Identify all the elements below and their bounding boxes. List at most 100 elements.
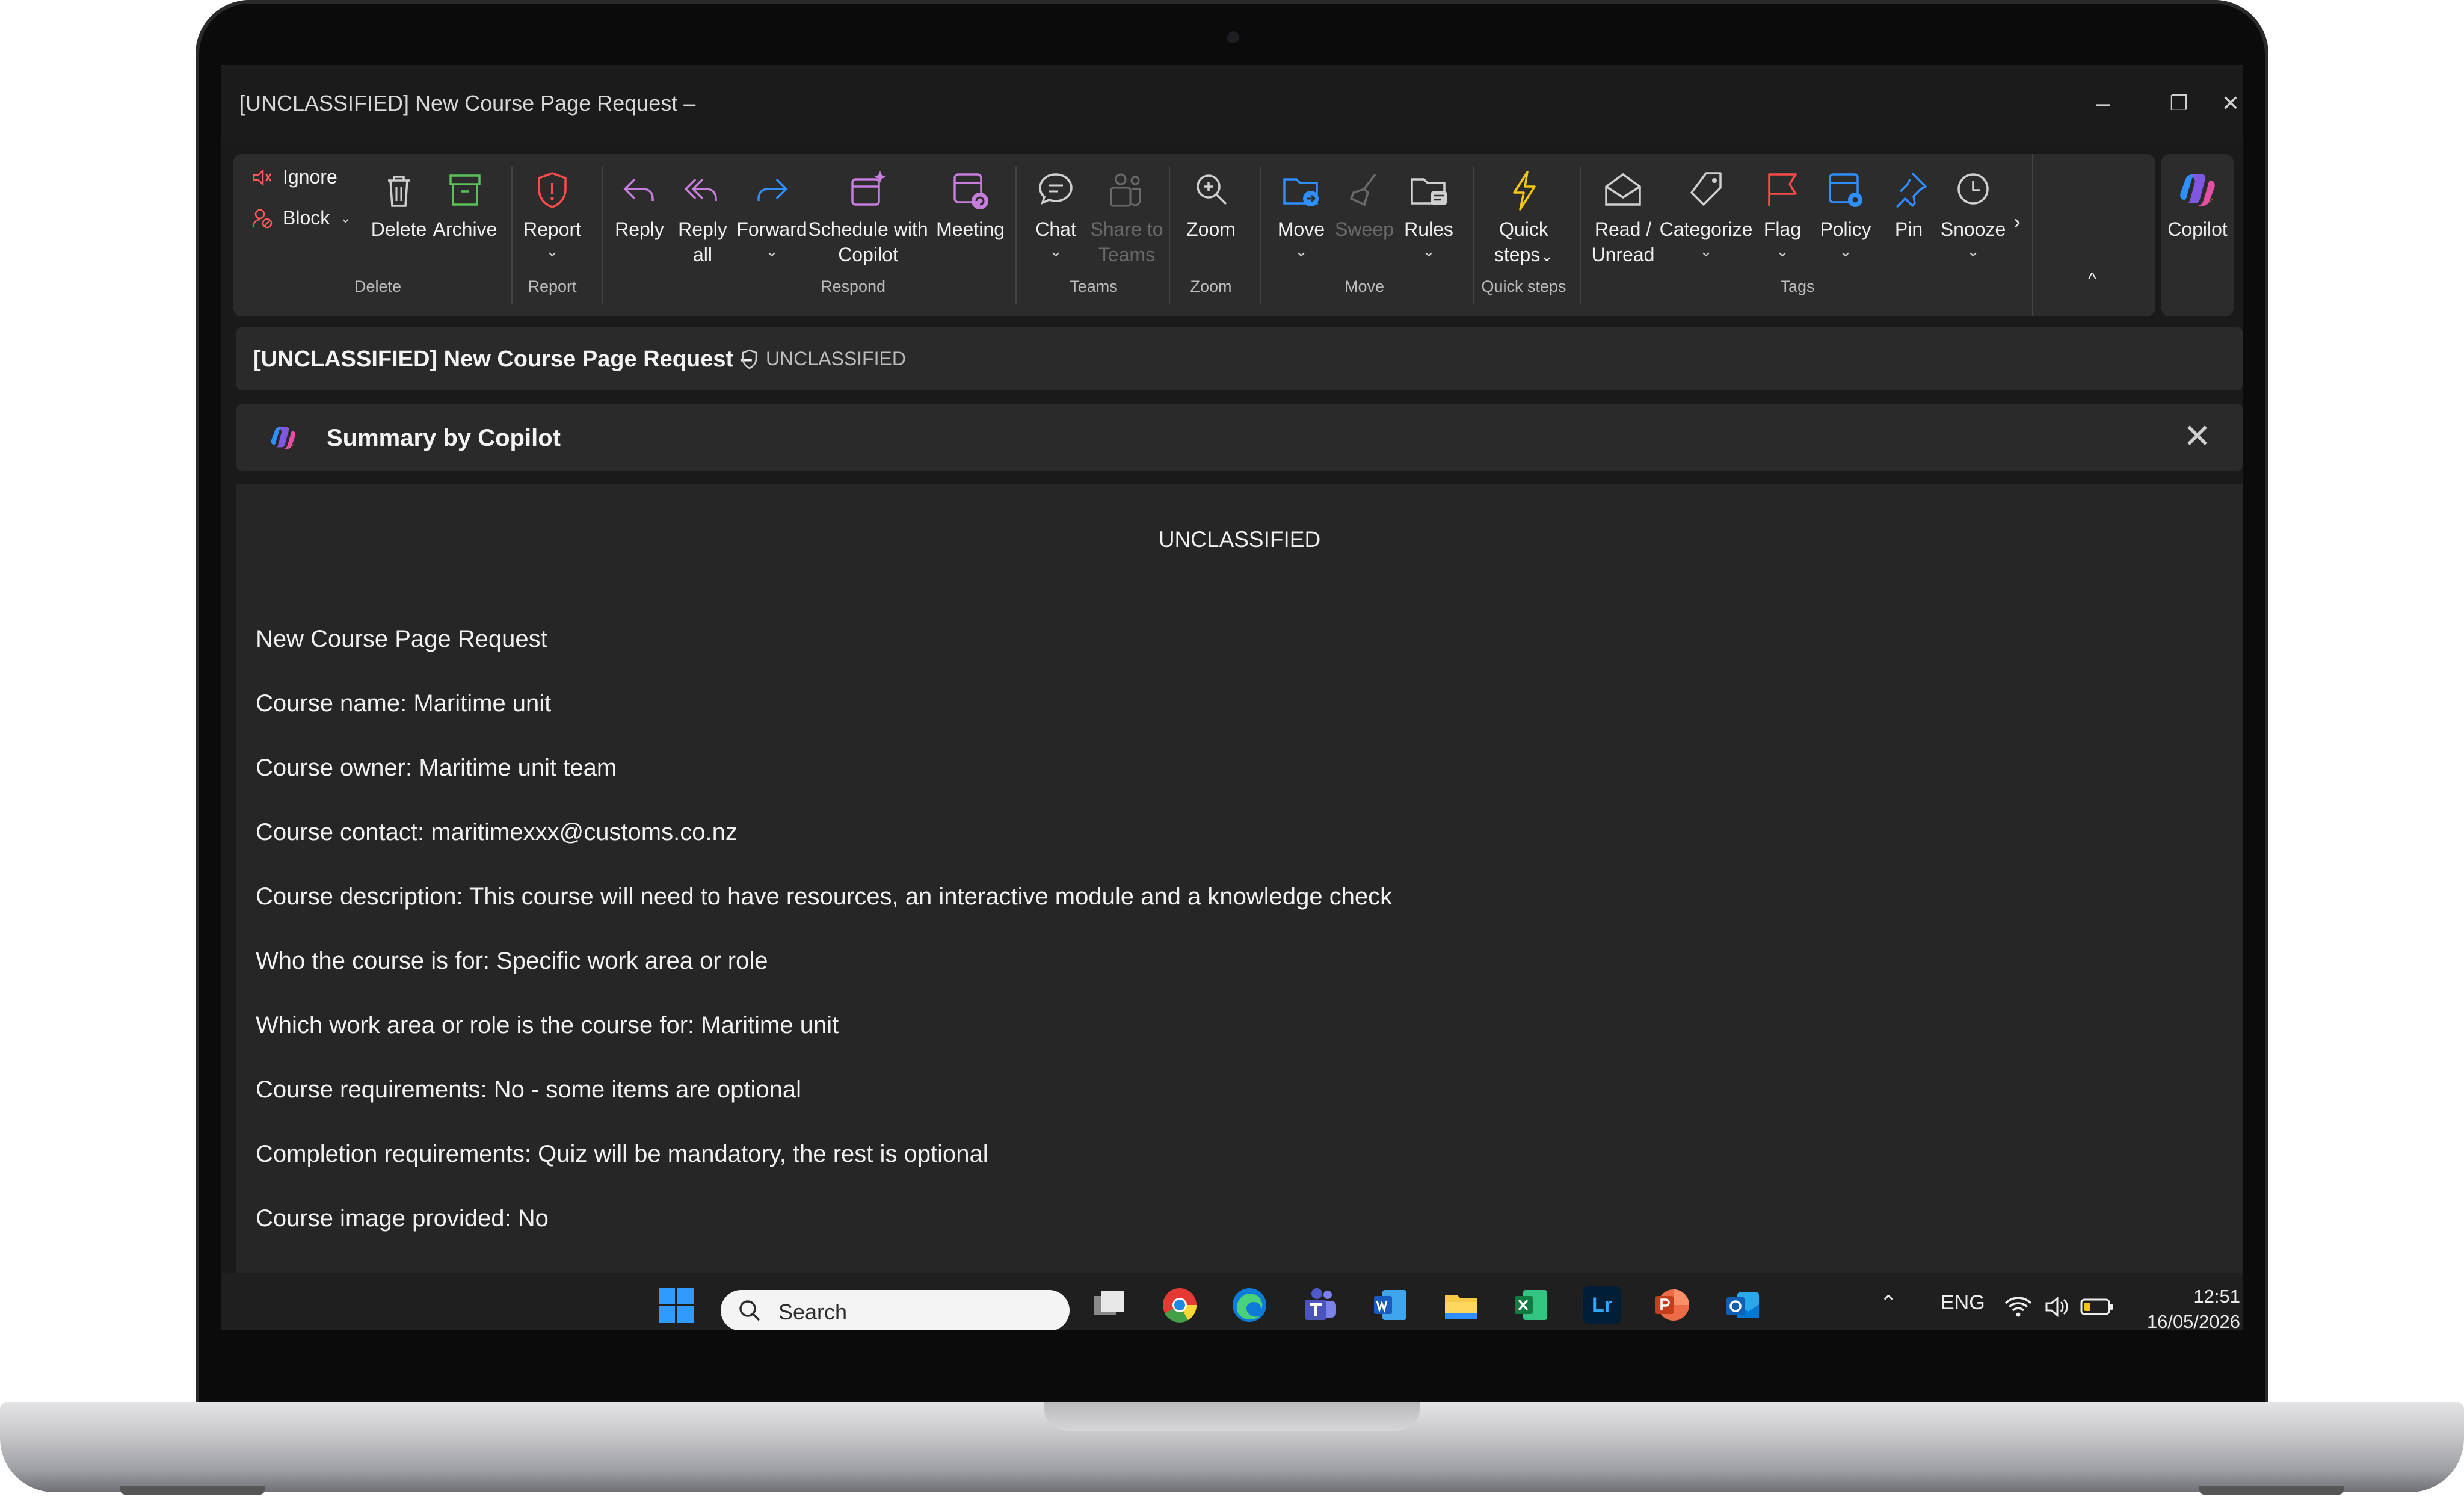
report-button[interactable]: Report ⌄: [519, 166, 585, 260]
report-label: Report: [523, 218, 582, 240]
subject-bar: [UNCLASSIFIED] New Course Page Request –…: [236, 327, 2243, 390]
clock-time: 12:51: [2193, 1286, 2240, 1307]
chat-button[interactable]: Chat ⌄: [1023, 166, 1089, 260]
clock-icon: [1957, 173, 1989, 205]
chrome-icon[interactable]: [1161, 1286, 1198, 1324]
quick-steps-label-2: steps: [1494, 244, 1541, 265]
ribbon-separator: [602, 166, 603, 304]
copilot-summary-bar[interactable]: Summary by Copilot ✕: [236, 404, 2243, 471]
body-line: Which work area or role is the course fo…: [256, 1012, 839, 1039]
body-line: Course name: Maritime unit: [256, 690, 552, 717]
volume-icon[interactable]: [2044, 1295, 2071, 1319]
close-summary-icon[interactable]: ✕: [2183, 416, 2211, 456]
quick-steps-group-label: Quick steps: [1481, 277, 1566, 295]
copilot-label: Copilot: [2167, 218, 2228, 240]
pin-icon: [1896, 172, 1927, 208]
schedule-with-copilot-button[interactable]: Schedule with Copilot: [805, 166, 931, 267]
rules-button[interactable]: Rules ⌄: [1396, 166, 1462, 260]
ignore-label: Ignore: [283, 166, 337, 188]
reply-button[interactable]: Reply: [609, 166, 670, 242]
forward-label: Forward: [736, 218, 807, 240]
block-button[interactable]: Block ⌄: [251, 207, 351, 229]
windows-start-icon[interactable]: [658, 1286, 695, 1324]
chat-bubble-icon: [1039, 173, 1073, 205]
restore-button[interactable]: ❐: [2161, 85, 2197, 122]
copilot-logo-icon: [2180, 174, 2215, 206]
quick-steps-button[interactable]: Quick steps⌄: [1479, 166, 1569, 268]
sensitivity-label-text: UNCLASSIFIED: [766, 348, 906, 369]
delete-button[interactable]: Delete: [369, 166, 429, 242]
policy-button[interactable]: Policy ⌄: [1813, 166, 1879, 260]
quick-steps-chevron-icon: ⌄: [1540, 247, 1554, 265]
teams-share-icon: [1110, 173, 1141, 207]
system-clock[interactable]: 12:51 16/05/2026: [2147, 1284, 2240, 1335]
read-unread-label-1: Read /: [1594, 218, 1652, 240]
body-line: Course description: This course will nee…: [256, 883, 1393, 910]
sweep-button[interactable]: Sweep: [1331, 166, 1397, 242]
read-unread-button[interactable]: Read / Unread: [1587, 166, 1659, 267]
minimize-button[interactable]: –: [2085, 85, 2121, 122]
ribbon-more-icon[interactable]: ›: [2008, 209, 2026, 235]
quick-steps-label-1: Quick: [1499, 218, 1548, 240]
collapse-ribbon-icon[interactable]: ^: [2071, 266, 2113, 291]
webcam: [1227, 31, 1239, 43]
meeting-button[interactable]: Meeting: [931, 166, 1009, 242]
teams-group-label: Teams: [1070, 277, 1118, 295]
taskbar-search[interactable]: Search: [721, 1290, 1070, 1331]
forward-arrow-icon: [757, 178, 788, 201]
envelope-open-icon: [1605, 173, 1641, 206]
edge-icon[interactable]: [1231, 1286, 1268, 1324]
snooze-button[interactable]: Snooze ⌄: [1937, 166, 2009, 260]
pin-button[interactable]: Pin: [1879, 166, 1939, 242]
ribbon-separator: [511, 166, 513, 304]
read-unread-label-2: Unread: [1591, 244, 1655, 265]
calendar-sparkle-icon: [851, 171, 886, 206]
schedule-label-2: Copilot: [838, 244, 898, 265]
word-icon[interactable]: [1372, 1286, 1409, 1324]
zoom-button[interactable]: Zoom: [1178, 166, 1244, 242]
excel-icon[interactable]: [1512, 1286, 1550, 1324]
block-label: Block: [283, 207, 330, 229]
teams-icon[interactable]: [1301, 1286, 1338, 1324]
laptop-foot-right: [2199, 1486, 2344, 1495]
policy-gear-icon: [1829, 173, 1862, 207]
ignore-icon: [253, 168, 272, 186]
share-to-teams-button[interactable]: Share to Teams: [1088, 166, 1166, 267]
file-explorer-icon[interactable]: [1443, 1286, 1480, 1324]
sweep-label: Sweep: [1335, 218, 1394, 240]
close-window-button[interactable]: ✕: [2219, 85, 2243, 122]
powerpoint-icon[interactable]: [1653, 1286, 1690, 1324]
respond-group-label: Respond: [820, 277, 886, 295]
reply-all-button[interactable]: Reply all: [673, 166, 733, 267]
tray-chevron-icon[interactable]: ⌃: [1880, 1291, 1897, 1315]
archive-button[interactable]: Archive: [432, 166, 498, 242]
flag-icon: [1768, 173, 1797, 206]
chat-label: Chat: [1035, 218, 1076, 240]
calendar-meeting-icon: [953, 173, 988, 209]
body-line: Course contact: maritimexxx@customs.co.n…: [256, 819, 738, 845]
categorize-label: Categorize: [1659, 218, 1753, 240]
ignore-button[interactable]: Ignore: [251, 166, 337, 188]
move-button[interactable]: Move ⌄: [1268, 166, 1334, 260]
laptop-notch: [1044, 1402, 1420, 1431]
reply-arrow-icon: [623, 178, 654, 201]
outlook-icon[interactable]: [1724, 1286, 1761, 1324]
rules-folder-icon: [1411, 178, 1447, 205]
snooze-label: Snooze: [1940, 218, 2006, 240]
battery-icon[interactable]: [2080, 1297, 2114, 1316]
forward-button[interactable]: Forward ⌄: [736, 166, 808, 260]
language-indicator[interactable]: ENG: [1941, 1291, 1985, 1315]
flag-button[interactable]: Flag ⌄: [1752, 166, 1813, 260]
body-line: Completion requirements: Quiz will be ma…: [256, 1141, 988, 1167]
pin-label: Pin: [1894, 218, 1923, 240]
copilot-button[interactable]: Copilot: [2161, 166, 2234, 242]
task-view-icon[interactable]: [1091, 1286, 1128, 1324]
body-line: Course requirements: No - some items are…: [256, 1076, 802, 1103]
categorize-button[interactable]: Categorize ⌄: [1658, 166, 1754, 260]
zoom-group-label: Zoom: [1190, 277, 1232, 295]
screen-bottom-bezel: [221, 1330, 2243, 1378]
sensitivity-label[interactable]: UNCLASSIFIED: [741, 348, 906, 370]
lightroom-icon[interactable]: Lr: [1583, 1286, 1621, 1324]
window-title: [UNCLASSIFIED] New Course Page Request –: [239, 91, 696, 116]
wifi-icon[interactable]: [2003, 1295, 2033, 1319]
